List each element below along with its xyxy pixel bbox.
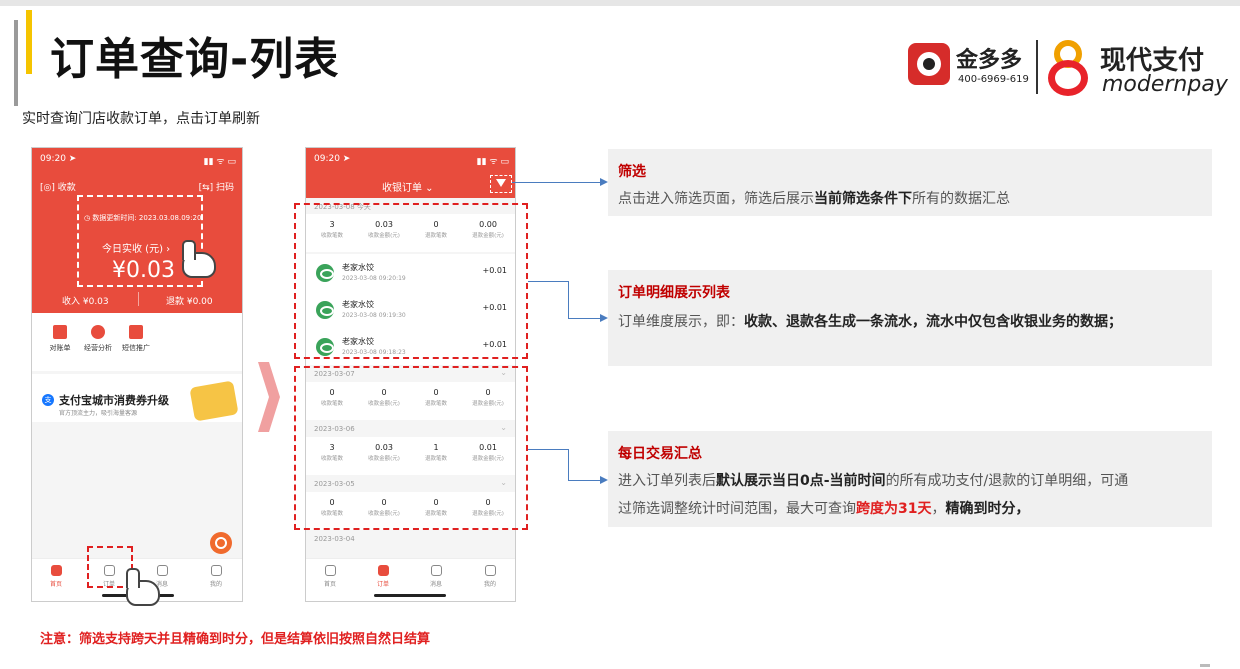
status-bar-2: 09:20 ➤ ▮▮ ᯤ ▭ [314,154,509,167]
order-list-header: 09:20 ➤ ▮▮ ᯤ ▭ 收银订单 ⌄ [306,148,515,198]
callout-filter-body: 点击进入筛选页面，筛选后展示当前筛选条件下所有的数据汇总 [618,191,1010,207]
page-corner-mark [1200,664,1210,667]
page-title: 订单查询-列表 [50,34,340,85]
promo-subtitle: 官方顶流主力，吸引海量客源 [59,410,138,417]
arrowhead-icon [600,314,608,322]
pie-chart-icon [91,325,105,339]
connector-detail-b [568,281,569,319]
promo-title: 支付宝城市消费券升级 [59,394,169,407]
promo-banner[interactable]: 支 支付宝城市消费券升级 官方顶流主力，吸引海量客源 [32,374,242,422]
logo-divider [1036,40,1038,94]
tap-hand-icon-2 [126,568,160,606]
brand2-english: modernpay [1102,72,1228,97]
arrowhead-icon [600,178,608,186]
callout-daily-title: 每日交易汇总 [618,446,702,462]
shortcut-grid: 对账单 经营分析 短信推广 [32,313,242,371]
callout-daily-body-1: 进入订单列表后默认展示当日0点-当前时间的所有成功支付/退款的订单明细，可通 [618,473,1129,489]
home-indicator-2 [374,594,446,597]
callout-daily-summary: 每日交易汇总 进入订单列表后默认展示当日0点-当前时间的所有成功支付/退款的订单… [608,431,1212,527]
statement-icon [53,325,67,339]
tab-profile[interactable]: 我的 [470,565,510,588]
order-list-title[interactable]: 收银订单 ⌄ [382,179,434,194]
callout-filter: 筛选 点击进入筛选页面，筛选后展示当前筛选条件下所有的数据汇总 [608,149,1212,216]
scan-button[interactable]: [⇆] 扫码 [199,180,234,193]
connector-detail-a [528,281,568,282]
tab-home[interactable]: 首页 [36,565,76,588]
connector-daily-a [528,449,568,450]
footer-note: 注意：筛选支持跨天并且精确到时分，但是结算依旧按照自然日结算 [40,632,431,647]
title-accent-gray [14,20,18,106]
tab-home[interactable]: 首页 [310,565,350,588]
connector-detail-c [568,318,600,319]
page-subtitle: 实时查询门店收款订单，点击订单刷新 [22,111,260,127]
support-fab[interactable] [210,532,232,554]
date-header-0304[interactable]: 2023-03-04 [306,531,515,547]
alipay-icon: 支 [42,394,54,406]
brand1-name: 金多多 [956,48,1023,73]
top-border [0,0,1240,6]
callout-daily-body-2: 过筛选调整统计时间范围，最大可查询跨度为31天，精确到时分， [618,501,1030,517]
tap-hand-icon [182,240,216,278]
callout-detail-list: 订单明细展示列表 订单维度展示，即：收款、退款各生成一条流水，流水中仅包含收银业… [608,270,1212,366]
title-accent-yellow [26,10,32,74]
coupon-icon [189,380,239,422]
tab-orders[interactable]: 订单 [363,565,403,588]
message-icon [430,565,442,576]
highlight-order-detail [294,203,528,359]
arrowhead-icon [600,476,608,484]
callout-detail-title: 订单明细展示列表 [618,285,730,301]
collect-button[interactable]: [◎] 收款 [40,180,76,193]
highlight-daily-summary [294,366,528,530]
status-icons: ▮▮ ᯤ ▭ [203,157,236,167]
connector-daily-c [568,480,600,481]
shortcut-sms[interactable]: 短信推广 [114,325,158,353]
hero-divider [138,292,139,306]
filter-icon[interactable] [490,175,512,193]
order-icon [377,565,389,576]
user-icon [210,565,222,576]
status-time: 09:20 ➤ [40,154,77,164]
tab-profile[interactable]: 我的 [196,565,236,588]
tab-messages[interactable]: 消息 [416,565,456,588]
message-icon [156,565,168,576]
connector-filter [512,182,600,183]
status-bar: 09:20 ➤ ▮▮ ᯤ ▭ [32,148,242,170]
callout-detail-body: 订单维度展示，即：收款、退款各生成一条流水，流水中仅包含收银业务的数据； [618,314,1122,330]
home-icon [324,565,336,576]
jinduoduo-logo-icon [908,43,950,85]
home-icon [50,565,62,576]
connector-daily-b [568,449,569,481]
mail-icon [129,325,143,339]
brand1-phone: 400-6969-619 [958,74,1029,85]
slide: 订单查询-列表 实时查询门店收款订单，点击订单刷新 金多多 400-6969-6… [0,0,1240,669]
user-icon [484,565,496,576]
income-total: 收入 ¥0.03 [62,297,109,307]
flow-arrow-icon [258,362,280,432]
modernpay-logo-icon [1048,40,1090,96]
callout-filter-title: 筛选 [618,164,646,180]
refund-total: 退款 ¥0.00 [166,297,213,307]
